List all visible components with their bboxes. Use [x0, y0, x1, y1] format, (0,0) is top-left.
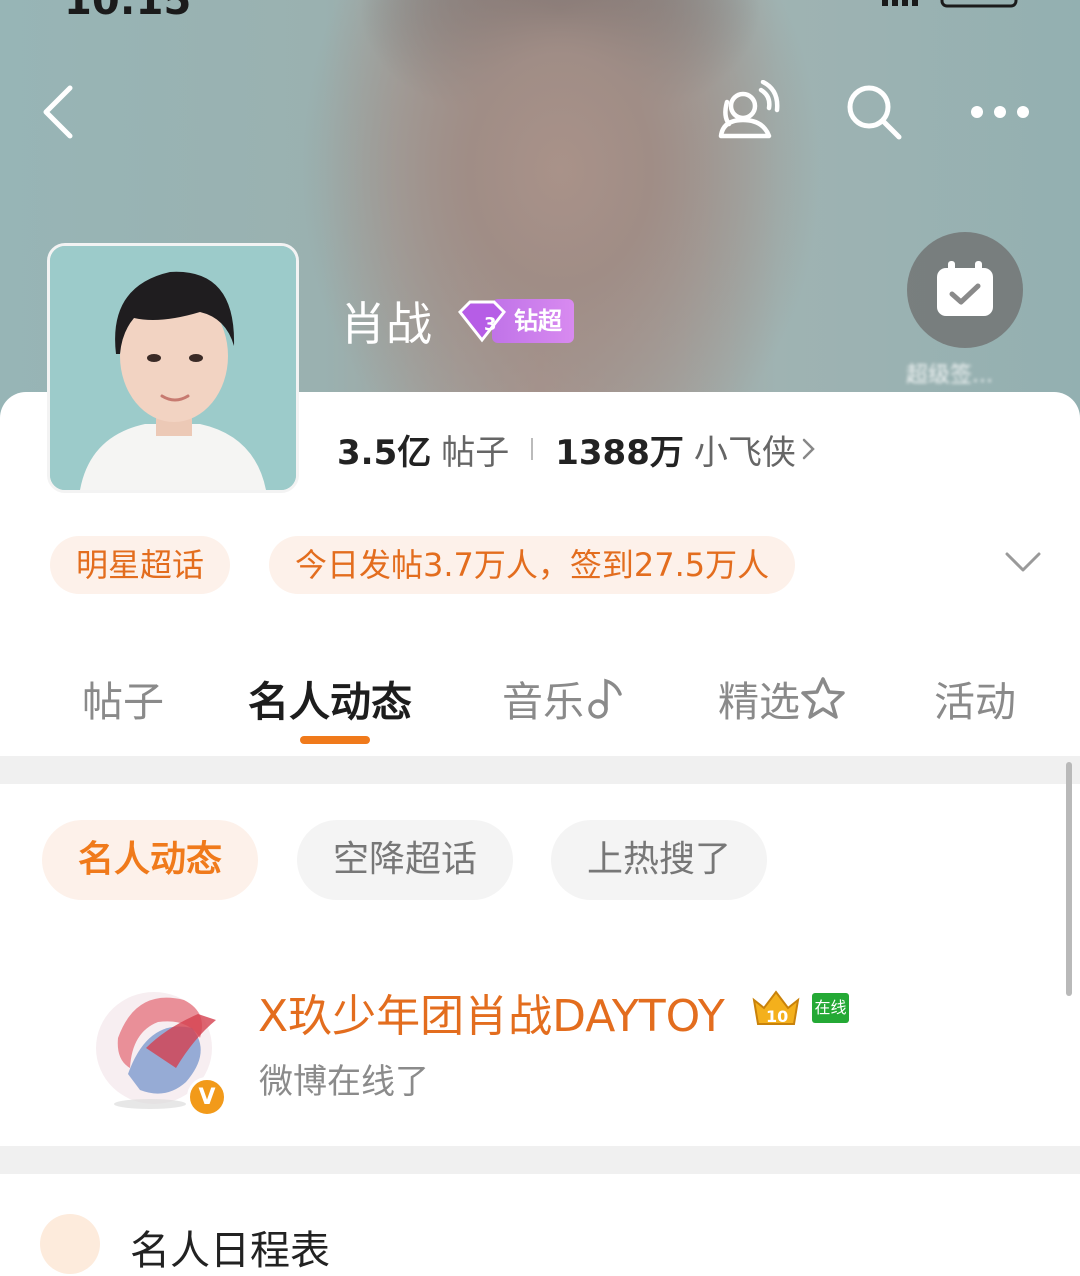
feed-author-name[interactable]: X玖少年团肖战DAYTOY: [258, 980, 725, 1044]
more-dots-icon: [971, 106, 1029, 118]
chevron-down-icon[interactable]: [1004, 546, 1042, 576]
fans-count: 1388万: [555, 432, 684, 473]
section-divider: [0, 1146, 1080, 1174]
filter-airdrop-topics[interactable]: 空降超话: [297, 820, 514, 900]
tab-label: 名人动态: [248, 678, 412, 726]
tab-label: 帖子: [82, 678, 164, 726]
tab-label: 音乐: [502, 678, 584, 726]
filter-celebrity-updates[interactable]: 名人动态: [42, 820, 259, 900]
calendar-icon: [40, 1214, 100, 1274]
profile-stats: 3.5亿 帖子 1388万 小飞侠: [337, 425, 818, 474]
portrait-image: [50, 246, 296, 490]
verified-badge: V: [187, 1077, 227, 1117]
schedule-section-title: 名人日程表: [130, 1228, 330, 1274]
chevron-left-icon: [43, 85, 73, 139]
tab-music[interactable]: 音乐: [502, 668, 624, 728]
profile-avatar[interactable]: [47, 243, 299, 493]
star-icon: [801, 677, 845, 719]
tab-label: 活动: [934, 678, 1016, 726]
status-icons: [882, 0, 1018, 8]
scrollbar[interactable]: [1066, 762, 1072, 996]
tab-posts[interactable]: 帖子: [82, 668, 164, 728]
fans-broadcast-button[interactable]: [712, 76, 784, 148]
checkin-caption: 超级签...: [906, 363, 993, 388]
activity-chip[interactable]: 今日发帖3.7万人，签到27.5万人: [269, 536, 796, 594]
stats-divider: [531, 438, 534, 460]
posts-count: 3.5亿: [337, 432, 432, 473]
crown-level-icon: 10: [752, 990, 800, 1026]
posts-unit[interactable]: 帖子: [441, 425, 509, 474]
music-note-icon: [588, 678, 622, 719]
online-tag: 在线: [812, 993, 849, 1023]
active-tab-indicator: [300, 736, 370, 744]
feed-subtitle: 微博在线了: [259, 1062, 429, 1102]
search-button[interactable]: [838, 76, 910, 148]
filter-trending[interactable]: 上热搜了: [551, 820, 768, 900]
chevron-right-icon[interactable]: [800, 435, 818, 463]
checkin-button[interactable]: [907, 232, 1023, 348]
super-topic-badge[interactable]: 3 钻超: [454, 298, 574, 344]
fans-broadcast-icon: [718, 80, 780, 139]
tab-events[interactable]: 活动: [934, 668, 1016, 728]
tab-label: 精选: [718, 678, 800, 726]
search-icon: [847, 85, 902, 140]
tab-celebrity-updates[interactable]: 名人动态: [248, 668, 412, 728]
profile-name: 肖战: [340, 297, 432, 351]
more-button[interactable]: [964, 76, 1036, 148]
diamond-icon: 3: [457, 300, 507, 343]
fans-unit[interactable]: 小飞侠: [694, 425, 796, 474]
status-time: 10:15: [64, 0, 192, 24]
calendar-check-icon: [937, 261, 993, 316]
section-divider: [0, 756, 1080, 784]
tab-featured[interactable]: 精选: [718, 668, 846, 728]
crown-level: 10: [766, 1007, 788, 1026]
category-chip[interactable]: 明星超话: [50, 536, 231, 594]
badge-level: 3: [484, 314, 497, 335]
back-button[interactable]: [22, 76, 94, 148]
